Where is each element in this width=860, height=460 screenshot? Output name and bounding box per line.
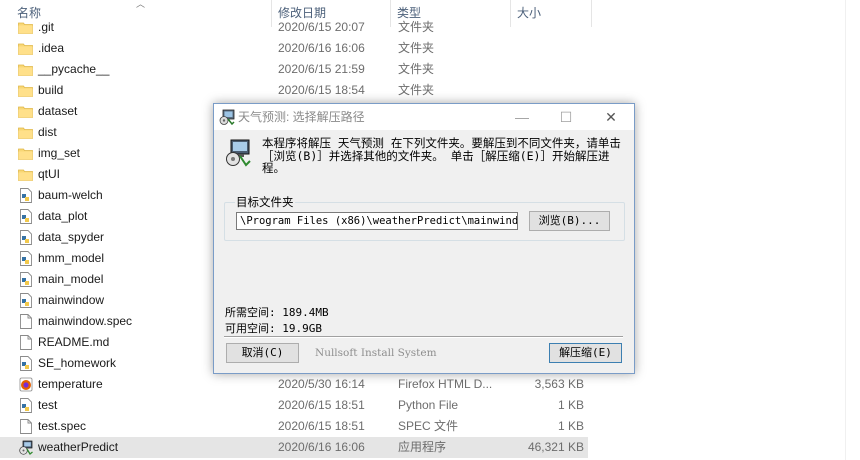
file-name: main_model [38,272,104,286]
folder-icon [18,63,33,76]
file-row[interactable]: test 2020/6/15 18:51 Python File 1 KB [0,395,588,416]
space-available-text: 可用空间: 19.9GB [225,322,322,335]
installer-exe-icon [19,440,33,455]
file-name: __pycache__ [38,62,110,76]
file-name: README.md [38,335,110,349]
file-name: dataset [38,104,78,118]
file-name: data_plot [38,209,88,223]
minimize-button[interactable]: — [500,104,544,130]
text-file-icon [19,419,33,434]
maximize-button[interactable]: ☐ [544,104,588,130]
python-file-icon [19,209,33,224]
file-date: 2020/6/15 18:54 [278,83,365,97]
file-size: 1 KB [557,398,584,412]
python-file-icon [19,293,33,308]
cancel-button[interactable]: 取消(C) [226,343,299,363]
file-size [510,59,584,80]
file-type: Python File [398,398,459,412]
file-type: 文件夹 [398,20,435,34]
file-row[interactable]: build 2020/6/15 18:54 文件夹 [0,80,588,101]
python-file-icon [19,272,33,287]
file-date: 2020/6/15 21:59 [278,62,365,76]
file-name: .idea [38,41,65,55]
file-type: Firefox HTML D... [398,377,493,391]
folder-icon [18,147,33,160]
folder-icon [18,105,33,118]
file-size [510,38,584,59]
file-name: hmm_model [38,251,105,265]
file-size: 1 KB [557,419,584,433]
file-name: temperature [38,377,103,391]
file-type: 文件夹 [398,62,435,76]
file-type: 文件夹 [398,41,435,55]
python-file-icon [19,398,33,413]
file-date: 2020/6/15 18:51 [278,398,365,412]
file-name: qtUI [38,167,61,181]
nsis-branding: Nullsoft Install System [315,347,437,359]
file-row[interactable]: temperature 2020/5/30 16:14 Firefox HTML D… [0,374,588,395]
file-name: build [38,83,64,97]
file-row[interactable]: __pycache__ 2020/6/15 21:59 文件夹 [0,59,588,80]
file-name: SE_homework [38,356,117,370]
folder-icon [18,126,33,139]
file-date: 2020/6/15 18:51 [278,419,365,433]
installer-icon [219,109,235,125]
file-size [510,17,584,38]
file-date: 2020/5/30 16:14 [278,377,365,391]
text-file-icon [19,314,33,329]
destination-path-input[interactable]: \Program Files (x86)\weatherPredict\main… [236,212,518,230]
file-size [510,80,584,101]
file-name: mainwindow [38,293,105,307]
file-name: dist [38,125,57,139]
python-file-icon [19,188,33,203]
dialog-title: 天气预测: 选择解压路径 [238,110,365,124]
file-name: mainwindow.spec [38,314,133,328]
folder-icon [18,21,33,34]
python-file-icon [19,251,33,266]
browse-button[interactable]: 浏览(B)... [529,211,610,231]
column-divider[interactable] [591,0,592,27]
file-name: baum-welch [38,188,103,202]
dialog-titlebar[interactable]: 天气预测: 选择解压路径 — ☐ ✕ [214,104,634,130]
file-size: 46,321 KB [527,440,584,454]
file-name: test [38,398,58,412]
folder-icon [18,84,33,97]
file-row[interactable]: test.spec 2020/6/15 18:51 SPEC 文件 1 KB [0,416,588,437]
folder-icon [18,42,33,55]
window-edge [845,0,846,460]
installer-icon [226,139,251,167]
file-date: 2020/6/16 16:06 [278,41,365,55]
file-date: 2020/6/15 20:07 [278,20,365,34]
file-name: .git [38,20,55,34]
file-name: test.spec [38,419,87,433]
python-file-icon [19,230,33,245]
extract-path-dialog: 天气预测: 选择解压路径 — ☐ ✕ 本程序将解压 天气预测 在下列文件夹。要解… [213,103,635,374]
file-size: 3,563 KB [534,377,584,391]
file-row[interactable]: weatherPredict 2020/6/16 16:06 应用程序 46,321 … [0,437,588,458]
file-name: img_set [38,146,81,160]
close-button[interactable]: ✕ [589,104,633,130]
space-required-text: 所需空间: 189.4MB [225,306,329,319]
text-file-icon [19,335,33,350]
file-type: 文件夹 [398,83,435,97]
firefox-html-icon [19,377,33,392]
folder-icon [18,168,33,181]
footer-divider [224,336,623,338]
destination-label: 目标文件夹 [235,194,295,210]
extract-button[interactable]: 解压缩(E) [549,343,622,363]
file-name: weatherPredict [38,440,119,454]
file-type: 应用程序 [398,440,447,454]
file-date: 2020/6/16 16:06 [278,440,365,454]
file-name: data_spyder [38,230,105,244]
intro-text: 本程序将解压 天气预测 在下列文件夹。要解压到不同文件夹，请单击［浏览(B)］并… [262,136,621,175]
file-row[interactable]: .git 2020/6/15 20:07 文件夹 [0,17,588,38]
file-type: SPEC 文件 [398,419,459,433]
file-row[interactable]: .idea 2020/6/16 16:06 文件夹 [0,38,588,59]
python-file-icon [19,356,33,371]
